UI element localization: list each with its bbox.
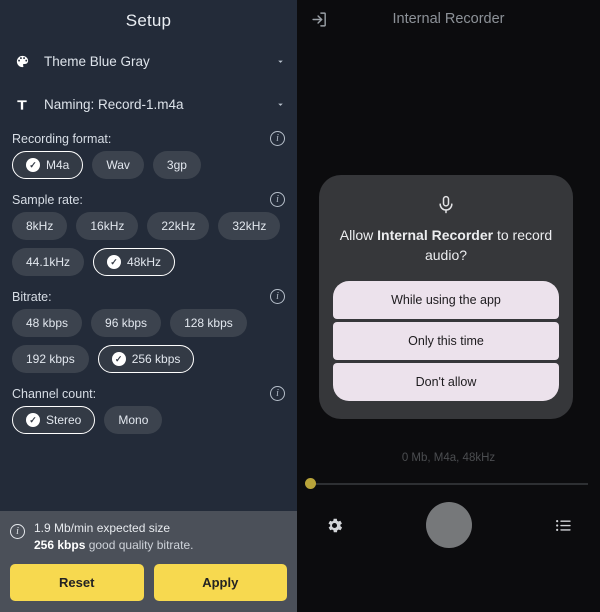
section-label: Recording format: — [12, 131, 112, 146]
expected-size-info-bar: i 1.9 Mb/min expected size 256 kbps good… — [0, 511, 297, 564]
chip-group-bitrate: 48 kbps 96 kbps 128 kbps 192 kbps ✓ 256 … — [10, 309, 287, 381]
check-icon: ✓ — [26, 413, 40, 427]
chip-label: 22kHz — [161, 219, 196, 233]
app-screen: Setup Theme Blue Gray Naming: Record-1.m… — [0, 0, 600, 612]
info-icon[interactable]: i — [270, 386, 285, 401]
setting-row-naming[interactable]: Naming: Record-1.m4a — [0, 83, 297, 126]
chevron-down-icon[interactable] — [273, 99, 287, 110]
gear-icon[interactable] — [321, 512, 347, 538]
recorder-header: Internal Recorder — [297, 0, 600, 38]
setup-panel: Setup Theme Blue Gray Naming: Record-1.m… — [0, 0, 297, 612]
chip-256kbps[interactable]: ✓ 256 kbps — [97, 345, 195, 373]
setup-title: Setup — [125, 11, 172, 30]
check-icon: ✓ — [107, 255, 122, 269]
recorder-controls — [297, 500, 600, 550]
chip-group-channel-count: ✓ Stereo Mono — [10, 406, 287, 442]
apply-button[interactable]: Apply — [153, 564, 287, 601]
chevron-down-icon[interactable] — [273, 56, 287, 67]
chip-32khz[interactable]: 32kHz — [218, 212, 281, 240]
chip-group-sample-rate: 8kHz 16kHz 22kHz 32kHz 44.1kHz ✓ 48kHz — [10, 212, 287, 284]
list-icon[interactable] — [550, 512, 576, 538]
setting-label-naming: Naming: Record-1.m4a — [44, 97, 184, 112]
section-recording-format: Recording format: i ✓ M4a Wav 3gp — [0, 126, 297, 187]
chip-8khz[interactable]: 8kHz — [12, 212, 68, 240]
setting-row-theme[interactable]: Theme Blue Gray — [0, 40, 297, 83]
text-format-icon — [12, 98, 32, 112]
chip-label: 128 kbps — [184, 316, 233, 330]
chip-label: 48kHz — [127, 255, 162, 269]
permission-message: Allow Internal Recorder to record audio? — [333, 225, 559, 281]
chip-48kbps[interactable]: 48 kbps — [12, 309, 83, 337]
info-icon: i — [10, 524, 25, 539]
chip-48khz[interactable]: ✓ 48kHz — [93, 248, 176, 276]
permission-dont-allow-button[interactable]: Don't allow — [333, 363, 559, 401]
permission-app-name: Internal Recorder — [377, 227, 494, 243]
chip-label: 192 kbps — [26, 352, 75, 366]
permission-only-this-time-button[interactable]: Only this time — [333, 322, 559, 360]
quality-desc: good quality bitrate. — [85, 538, 194, 552]
quality-line: 256 kbps good quality bitrate. — [34, 537, 193, 554]
playback-slider[interactable] — [305, 478, 588, 490]
section-label: Bitrate: — [12, 289, 52, 304]
chip-label: 16kHz — [90, 219, 125, 233]
chip-m4a[interactable]: ✓ M4a — [12, 151, 84, 179]
chip-3gp[interactable]: 3gp — [152, 151, 201, 179]
chip-label: 32kHz — [232, 219, 267, 233]
reset-button[interactable]: Reset — [10, 564, 144, 601]
chip-label: Stereo — [46, 413, 82, 427]
chip-label: 256 kbps — [131, 352, 181, 366]
setup-scroll-area: Theme Blue Gray Naming: Record-1.m4a Rec… — [0, 40, 297, 511]
section-bitrate: Bitrate: i 48 kbps 96 kbps 128 kbps 192 … — [0, 284, 297, 381]
chip-label: 3gp — [166, 158, 187, 172]
chip-label: 8kHz — [26, 219, 54, 233]
record-button[interactable] — [425, 502, 472, 548]
chip-22khz[interactable]: 22kHz — [147, 212, 210, 240]
slider-thumb[interactable] — [305, 478, 316, 489]
chip-label: Wav — [106, 158, 130, 172]
slider-track — [310, 483, 588, 485]
section-header: Channel count: i — [10, 383, 287, 406]
recording-status-text: 0 Mb, M4a, 48kHz — [401, 452, 496, 464]
recorder-panel: Internal Recorder Allow Internal Recorde… — [297, 0, 600, 612]
permission-while-using-app-button[interactable]: While using the app — [333, 281, 559, 319]
chip-label: Mono — [118, 413, 149, 427]
chip-label: 96 kbps — [105, 316, 148, 330]
chip-label: 48 kbps — [26, 316, 69, 330]
section-header: Recording format: i — [10, 128, 287, 151]
check-icon: ✓ — [26, 158, 40, 172]
section-header: Sample rate: i — [10, 189, 287, 212]
check-icon: ✓ — [111, 352, 126, 366]
recorder-title: Internal Recorder — [392, 11, 505, 27]
chip-192kbps[interactable]: 192 kbps — [12, 345, 89, 373]
section-channel-count: Channel count: i ✓ Stereo Mono — [0, 381, 297, 442]
chip-stereo[interactable]: ✓ Stereo — [12, 406, 96, 434]
chip-96kbps[interactable]: 96 kbps — [91, 309, 162, 337]
quality-bitrate: 256 kbps — [34, 538, 86, 552]
setting-label-theme: Theme Blue Gray — [44, 54, 150, 69]
palette-icon — [12, 54, 32, 69]
section-label: Sample rate: — [12, 192, 83, 207]
chip-44-1khz[interactable]: 44.1kHz — [12, 248, 85, 276]
chip-128kbps[interactable]: 128 kbps — [170, 309, 247, 337]
permission-dialog: Allow Internal Recorder to record audio?… — [319, 175, 573, 419]
section-label: Channel count: — [12, 386, 97, 401]
chip-wav[interactable]: Wav — [92, 151, 144, 179]
microphone-icon — [333, 191, 559, 225]
section-header: Bitrate: i — [10, 286, 287, 309]
section-sample-rate: Sample rate: i 8kHz 16kHz 22kHz 32kHz 44… — [0, 187, 297, 284]
info-icon[interactable]: i — [270, 289, 285, 304]
permission-message-prefix: Allow — [339, 227, 378, 243]
expected-size-text: 1.9 Mb/min expected size 256 kbps good q… — [34, 520, 193, 554]
info-icon[interactable]: i — [270, 192, 285, 207]
chip-mono[interactable]: Mono — [104, 406, 163, 434]
info-icon[interactable]: i — [270, 131, 285, 146]
setup-action-bar: Reset Apply — [0, 564, 297, 612]
permission-buttons: While using the app Only this time Don't… — [333, 281, 559, 401]
chip-16khz[interactable]: 16kHz — [76, 212, 139, 240]
expected-size-line: 1.9 Mb/min expected size — [34, 521, 171, 535]
chip-group-recording-format: ✓ M4a Wav 3gp — [10, 151, 287, 187]
chip-label: M4a — [46, 158, 70, 172]
chip-label: 44.1kHz — [26, 255, 71, 269]
